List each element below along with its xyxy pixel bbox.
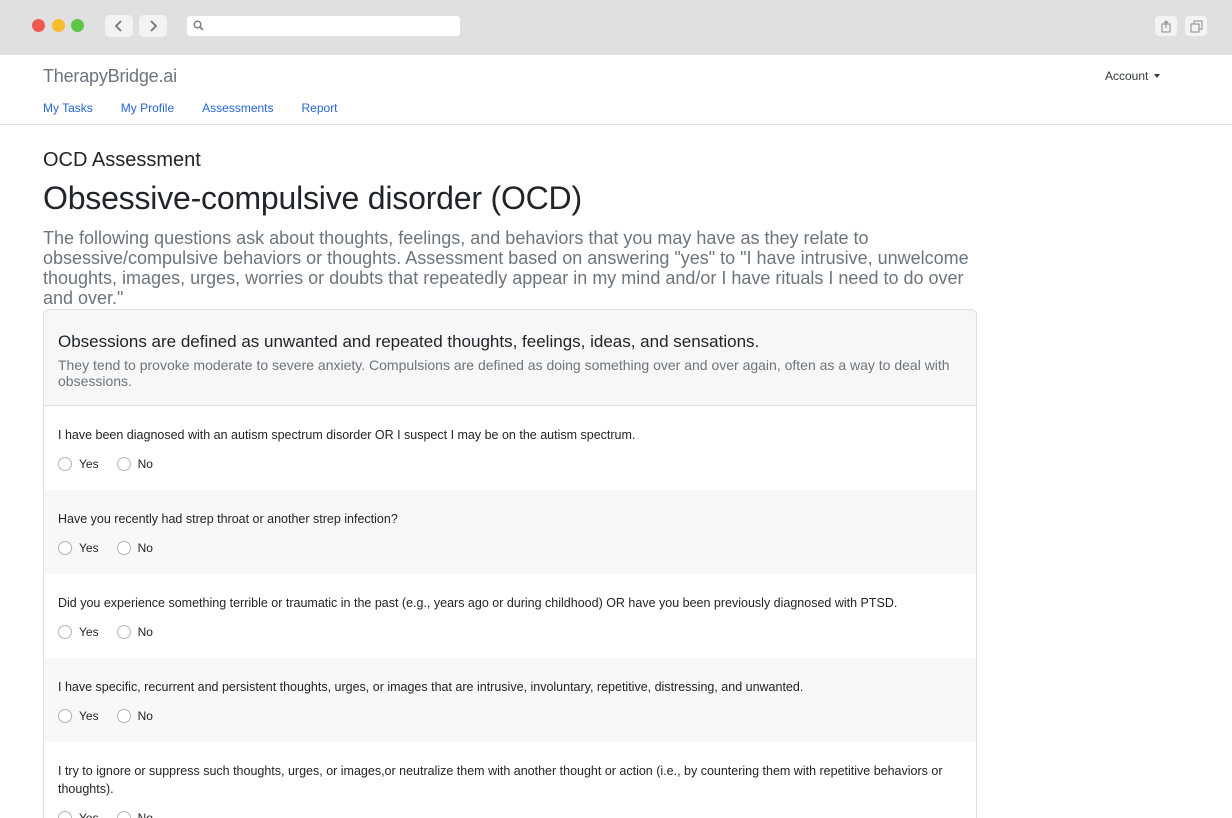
browser-toolbar [0,0,1232,55]
account-dropdown[interactable]: Account [1105,69,1161,83]
card-header: Obsessions are defined as unwanted and r… [44,310,976,406]
nav-link-report[interactable]: Report [302,101,338,115]
forward-button[interactable] [139,15,167,37]
no-label[interactable]: No [138,811,153,818]
yes-label[interactable]: Yes [79,811,99,818]
yes-radio[interactable] [58,457,72,471]
card-title: Obsessions are defined as unwanted and r… [58,332,760,351]
yes-label[interactable]: Yes [79,457,99,471]
question-text: I have been diagnosed with an autism spe… [58,428,636,442]
yes-label[interactable]: Yes [79,709,99,723]
no-label[interactable]: No [138,625,153,639]
close-window-button[interactable] [32,19,45,32]
account-label: Account [1105,69,1149,83]
chevron-left-icon [114,20,122,32]
no-radio[interactable] [116,541,131,555]
card-subtitle: They tend to provoke moderate to severe … [58,357,950,389]
page-lead: The following questions ask about though… [43,228,969,308]
no-label[interactable]: No [138,709,153,723]
no-radio[interactable] [116,457,131,471]
tabs-overview-button[interactable] [1185,16,1207,36]
chevron-right-icon [150,20,158,32]
main-nav: My Tasks My Profile Assessments Report [43,101,366,115]
yes-radio[interactable] [58,625,72,639]
caret-down-icon [1154,74,1161,78]
question-row: I have been diagnosed with an autism spe… [44,406,976,490]
question-text: I try to ignore or suppress such thought… [58,764,943,796]
tabs-icon [1190,20,1202,32]
assessment-card: Obsessions are defined as unwanted and r… [43,309,977,818]
yes-radio[interactable] [58,541,72,555]
brand-logo[interactable]: TherapyBridge.ai [43,66,177,87]
search-icon [193,20,204,31]
question-text: Did you experience something terrible or… [58,596,898,610]
no-label[interactable]: No [138,541,153,555]
yes-label[interactable]: Yes [79,625,99,639]
answer-options: Yes No [58,709,171,723]
answer-options: Yes No [58,811,171,818]
no-radio[interactable] [116,811,131,818]
answer-options: Yes No [58,457,171,471]
question-text: I have specific, recurrent and persisten… [58,680,804,694]
yes-label[interactable]: Yes [79,541,99,555]
share-icon [1161,19,1171,32]
no-radio[interactable] [116,709,131,723]
nav-link-my-tasks[interactable]: My Tasks [43,101,93,115]
no-label[interactable]: No [138,457,153,471]
question-row: I try to ignore or suppress such thought… [44,742,976,818]
minimize-window-button[interactable] [52,19,65,32]
question-text: Have you recently had strep throat or an… [58,512,398,526]
yes-radio[interactable] [58,709,72,723]
address-bar[interactable] [187,16,460,36]
maximize-window-button[interactable] [71,19,84,32]
answer-options: Yes No [58,625,171,639]
question-row: I have specific, recurrent and persisten… [44,658,976,742]
question-row: Have you recently had strep throat or an… [44,490,976,574]
question-row: Did you experience something terrible or… [44,574,976,658]
answer-options: Yes No [58,541,171,555]
page-subtitle: OCD Assessment [43,149,201,171]
yes-radio[interactable] [58,811,72,818]
back-button[interactable] [105,15,133,37]
page-content: OCD Assessment Obsessive-compulsive diso… [43,148,977,308]
share-button[interactable] [1155,16,1177,36]
no-radio[interactable] [116,625,131,639]
nav-link-assessments[interactable]: Assessments [202,101,273,115]
app-header: TherapyBridge.ai Account My Tasks My Pro… [0,55,1232,125]
nav-link-my-profile[interactable]: My Profile [121,101,174,115]
page-title: Obsessive-compulsive disorder (OCD) [43,180,582,216]
